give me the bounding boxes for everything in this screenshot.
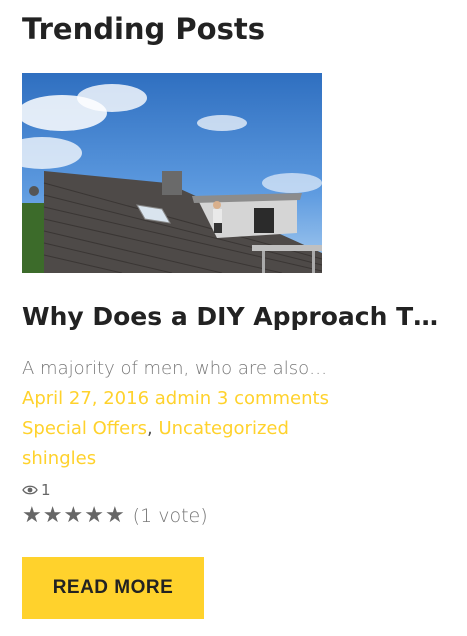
eye-icon [22, 485, 38, 495]
views-count: 1 [41, 481, 51, 499]
post-views: 1 [22, 481, 51, 499]
post-categories: Special Offers, Uncategorized [22, 418, 289, 439]
post-author-link[interactable]: admin [155, 388, 211, 409]
post-meta: April 27, 2016 admin 3 comments [22, 388, 329, 409]
star-icon[interactable]: ★ [105, 505, 125, 527]
post-thumbnail[interactable] [22, 73, 322, 273]
post-tags: shingles [22, 448, 96, 469]
post-excerpt: A majority of men, who are also… [22, 358, 328, 379]
post-date-link[interactable]: April 27, 2016 [22, 388, 149, 409]
category-link[interactable]: Special Offers [22, 418, 147, 439]
category-separator: , [147, 418, 153, 439]
rating-stars[interactable]: ★ ★ ★ ★ ★ [22, 505, 125, 527]
category-link[interactable]: Uncategorized [158, 418, 288, 439]
widget-title: Trending Posts [22, 12, 265, 46]
star-icon[interactable]: ★ [22, 505, 42, 527]
star-icon[interactable]: ★ [43, 505, 63, 527]
star-icon[interactable]: ★ [84, 505, 104, 527]
vote-count: (1 vote) [132, 505, 208, 527]
tag-link[interactable]: shingles [22, 448, 96, 469]
post-rating: ★ ★ ★ ★ ★ (1 vote) [22, 505, 208, 528]
roof-photo [22, 73, 322, 273]
read-more-button[interactable]: READ MORE [22, 557, 204, 619]
post-title[interactable]: Why Does a DIY Approach T… [22, 302, 442, 331]
post-comments-link[interactable]: 3 comments [217, 388, 329, 409]
star-icon[interactable]: ★ [63, 505, 83, 527]
